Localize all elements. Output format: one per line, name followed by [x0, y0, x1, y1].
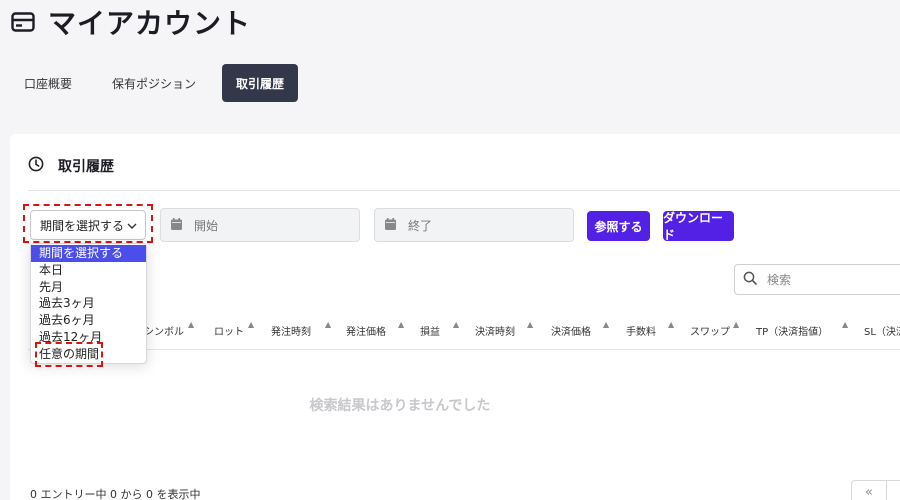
period-option-6-months[interactable]: 過去6ヶ月 [31, 312, 146, 329]
period-option-3-months[interactable]: 過去3ヶ月 [31, 295, 146, 312]
column-header-commission[interactable]: 手数料 ▲ [626, 310, 674, 350]
tab-positions[interactable]: 保有ポジション [98, 64, 210, 102]
first-page-button[interactable]: « [851, 480, 887, 500]
column-header-pnl[interactable]: 損益 ▲ [420, 310, 459, 350]
clock-icon [28, 156, 44, 176]
start-date-placeholder: 開始 [194, 218, 219, 233]
period-option-last-month[interactable]: 先月 [31, 279, 146, 296]
sort-icon: ▲ [453, 320, 460, 329]
account-tabs: 口座概要 保有ポジション 取引履歴 [10, 64, 310, 104]
search-input[interactable]: 検索 [734, 264, 900, 295]
sort-icon: ▲ [603, 320, 610, 329]
column-label: SL（決済 [864, 326, 900, 338]
column-label: 損益 [420, 326, 440, 338]
column-header-swap[interactable]: スワップ ▲ [690, 310, 739, 350]
empty-results-message: 検索結果はありませんでした [309, 398, 491, 414]
period-option-select[interactable]: 期間を選択する [31, 245, 146, 262]
column-label: 手数料 [626, 326, 656, 338]
entries-info: 0 エントリー中 0 から 0 を表示中 [30, 488, 201, 500]
column-label: ロット [214, 326, 244, 338]
column-label: 発注価格 [346, 326, 386, 338]
column-header-tp[interactable]: TP（決済指値） ▲ [756, 310, 848, 350]
chevron-down-icon [127, 218, 137, 232]
page-title: マイアカウント [10, 4, 251, 40]
column-header-sl[interactable]: SL（決済 [864, 310, 900, 350]
period-option-12-months[interactable]: 過去12ヶ月 [31, 329, 146, 346]
period-select[interactable]: 期間を選択する [30, 210, 146, 240]
double-chevron-left-icon: « [865, 484, 873, 500]
sort-icon: ▲ [188, 320, 195, 329]
tab-trade-history[interactable]: 取引履歴 [222, 64, 299, 102]
calendar-icon [171, 217, 182, 233]
period-select-value: 期間を選択する [40, 218, 125, 233]
tab-account-overview[interactable]: 口座概要 [10, 64, 86, 102]
calendar-icon [385, 217, 396, 233]
end-date-field[interactable]: 終了 [374, 208, 574, 242]
panel-divider [28, 190, 900, 191]
search-icon [743, 271, 757, 288]
column-header-close-time[interactable]: 決済時刻 ▲ [475, 310, 533, 350]
period-option-today[interactable]: 本日 [31, 262, 146, 279]
end-date-placeholder: 終了 [408, 218, 433, 233]
download-button[interactable]: ダウンロード [663, 211, 734, 242]
page-title-text: マイアカウント [48, 7, 252, 40]
table-header: シンボル ▲ ロット ▲ 発注時刻 ▲ 発注価格 ▲ 損益 ▲ 決済時刻 ▲ 決済価格 ▲ 手… [28, 310, 900, 350]
column-label: スワップ [690, 326, 730, 338]
column-header-close-price[interactable]: 決済価格 ▲ [551, 310, 609, 350]
panel-title: 取引履歴 [58, 159, 114, 175]
sort-icon: ▲ [325, 320, 332, 329]
period-option-custom[interactable]: 任意の期間 [31, 346, 146, 363]
previous-page-button[interactable] [886, 480, 900, 500]
column-header-lot[interactable]: ロット ▲ [214, 310, 254, 350]
sort-icon: ▲ [733, 320, 740, 329]
column-label: 決済価格 [551, 326, 591, 338]
column-label: 決済時刻 [475, 326, 515, 338]
card-icon [10, 9, 36, 35]
sort-icon: ▲ [248, 320, 255, 329]
column-header-order-time[interactable]: 発注時刻 ▲ [271, 310, 331, 350]
sort-icon: ▲ [527, 320, 534, 329]
column-label: 発注時刻 [271, 326, 311, 338]
sort-icon: ▲ [842, 320, 849, 329]
sort-icon: ▲ [668, 320, 675, 329]
search-placeholder: 検索 [767, 273, 792, 287]
column-header-order-price[interactable]: 発注価格 ▲ [346, 310, 404, 350]
panel-header: 取引履歴 [28, 156, 114, 176]
sort-icon: ▲ [398, 320, 405, 329]
reference-button[interactable]: 参照する [587, 211, 650, 241]
column-label: シンボル [144, 326, 184, 338]
start-date-field[interactable]: 開始 [160, 208, 360, 242]
period-dropdown-list: 期間を選択する 本日 先月 過去3ヶ月 過去6ヶ月 過去12ヶ月 任意の期間 [30, 243, 147, 364]
column-header-symbol[interactable]: シンボル ▲ [144, 310, 194, 350]
column-label: TP（決済指値） [756, 326, 829, 338]
